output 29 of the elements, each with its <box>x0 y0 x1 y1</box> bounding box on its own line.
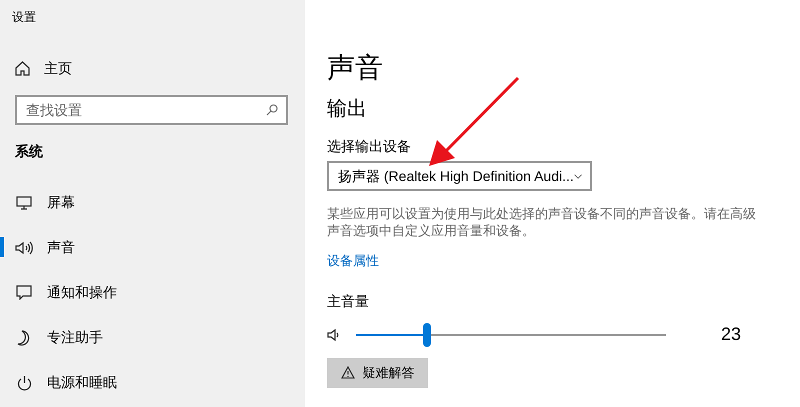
section-heading: 系统 <box>15 142 43 161</box>
sidebar-item[interactable]: 声音 <box>0 225 305 270</box>
troubleshoot-button[interactable]: 疑难解答 <box>327 358 428 388</box>
moon-icon <box>17 330 31 346</box>
window-title: 设置 <box>12 9 36 26</box>
chevron-down-icon <box>574 172 582 180</box>
search-field[interactable]: 查找设置 <box>15 95 288 125</box>
search-icon <box>266 104 278 116</box>
monitor-icon <box>16 196 32 210</box>
volume-slider[interactable] <box>356 322 666 346</box>
device-properties-link[interactable]: 设备属性 <box>327 251 379 270</box>
volume-label: 主音量 <box>327 292 369 310</box>
home-link[interactable]: 主页 <box>15 58 72 79</box>
message-icon <box>16 285 32 300</box>
warning-icon <box>340 366 354 379</box>
section-heading: 输出 <box>327 97 367 122</box>
field-label: 选择输出设备 <box>327 137 411 155</box>
speaker-icon <box>15 240 33 254</box>
sidebar-item[interactable]: 通知和操作 <box>0 270 305 315</box>
home-icon <box>15 61 30 76</box>
speaker-icon <box>327 328 340 342</box>
page-title: 声音 <box>327 51 383 85</box>
sidebar-item[interactable]: 专注助手 <box>0 315 305 360</box>
power-icon <box>16 374 32 390</box>
sidebar-item[interactable]: 电源和睡眠 <box>0 360 305 405</box>
device-dropdown[interactable]: 扬声器 (Realtek High Definition Audi... <box>327 161 592 191</box>
description-text: 某些应用可以设置为使用与此处选择的声音设备不同的声音设备。请在高级声音选项中自定义应用音量和设备。 <box>327 205 757 239</box>
volume-value: 23 <box>721 323 742 346</box>
sidebar-item[interactable]: 屏幕 <box>0 180 305 225</box>
